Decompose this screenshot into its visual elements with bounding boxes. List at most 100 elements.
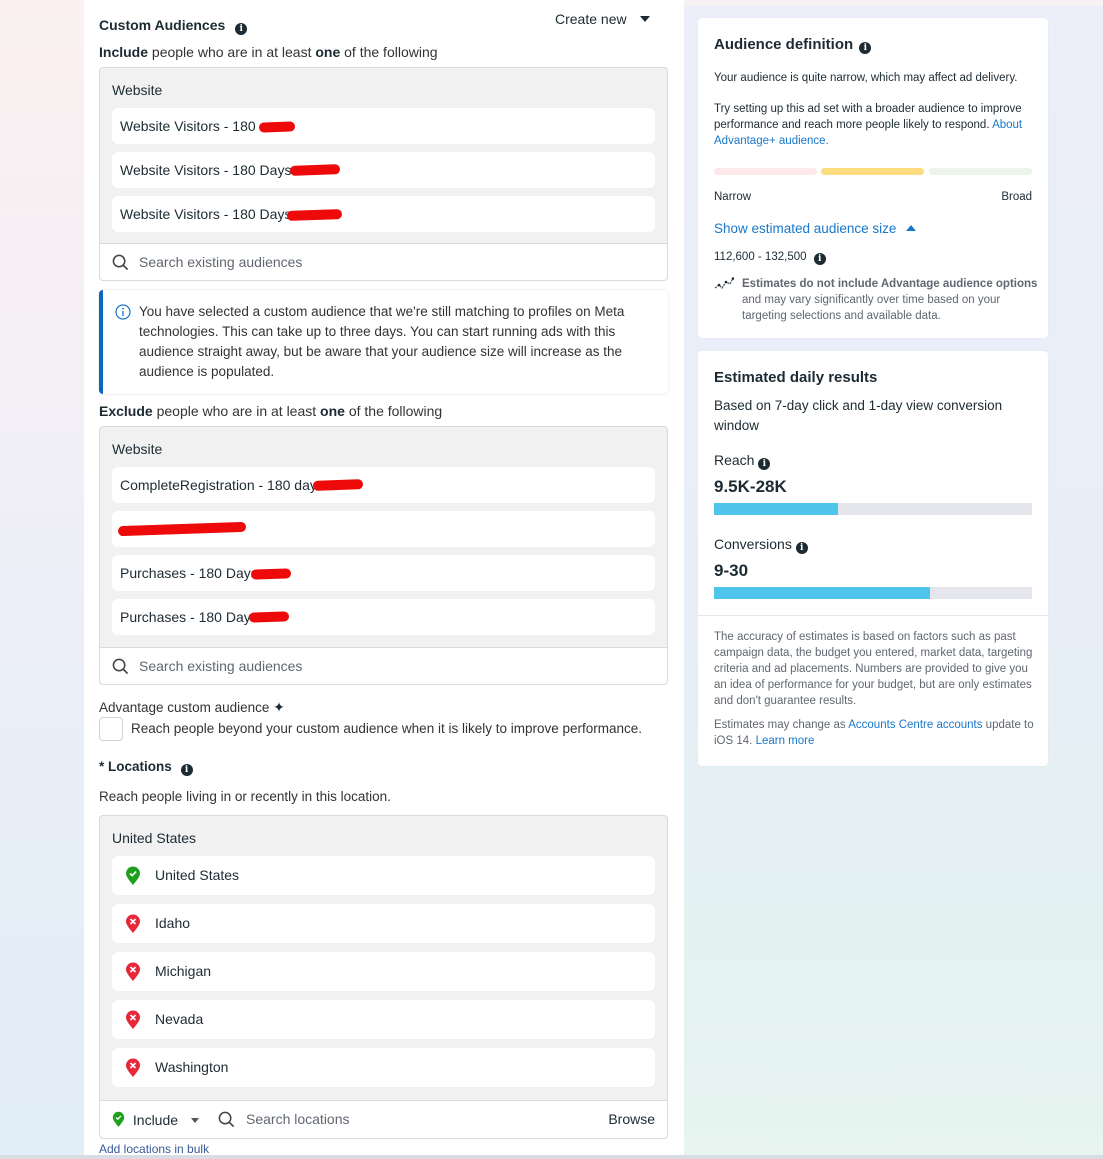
- locations-box: United States United States Idaho Michig…: [99, 815, 668, 1139]
- estimates-disclaimer: Estimates do not include Advantage audie…: [742, 276, 1038, 324]
- custom-audiences-title: Custom Audiences i: [99, 17, 248, 35]
- include-audience-box: Website Website Visitors - 180 Website V…: [99, 67, 668, 281]
- estimates-bold: Estimates do not include Advantage audie…: [742, 278, 1038, 290]
- audience-item-label: Website Visitors - 180 Days: [120, 206, 292, 222]
- meter-segment-middle: [821, 168, 924, 175]
- locations-group-label: United States: [112, 830, 197, 846]
- redaction-mark: [286, 209, 343, 221]
- learn-more-link[interactable]: Learn more: [756, 735, 815, 747]
- include-search-bar[interactable]: Search existing audiences: [100, 243, 667, 280]
- exclude-audience-item[interactable]: CompleteRegistration - 180 days: [112, 467, 655, 503]
- conversions-bar-fill: [714, 587, 931, 599]
- narrow-label: Narrow: [714, 191, 752, 203]
- location-item[interactable]: United States: [112, 856, 655, 895]
- include-pin-icon: [112, 1111, 125, 1127]
- include-category-label: Website: [112, 82, 163, 98]
- custom-audiences-title-text: Custom Audiences: [99, 17, 226, 33]
- caret-down-icon: [640, 16, 651, 22]
- redaction-mark: [258, 121, 296, 133]
- info-icon[interactable]: i: [795, 542, 808, 554]
- show-audience-size-toggle[interactable]: Show estimated audience size: [714, 221, 917, 236]
- location-item[interactable]: Nevada: [112, 1000, 655, 1039]
- locations-title: * Locations i: [99, 759, 193, 776]
- include-one: one: [315, 44, 341, 60]
- location-name: Nevada: [155, 1011, 204, 1027]
- audience-size-row: 112,600 - 132,500 i: [714, 249, 826, 265]
- audience-panel: Custom Audiences i Create new Include pe…: [84, 0, 684, 1156]
- locations-title-text: * Locations: [99, 759, 172, 774]
- create-new-dropdown[interactable]: Create new: [555, 11, 651, 27]
- advantage-custom-audience-label: Advantage custom audience ✦: [99, 699, 285, 716]
- reach-bar: [714, 503, 1032, 515]
- exclude-description: Exclude people who are in at least one o…: [99, 403, 442, 419]
- include-search-input[interactable]: Search existing audiences: [139, 254, 302, 270]
- location-item[interactable]: Michigan: [112, 952, 655, 991]
- location-name: United States: [155, 867, 240, 883]
- info-icon[interactable]: i: [235, 23, 248, 35]
- include-description: Include people who are in at least one o…: [99, 44, 438, 60]
- exclude-search-input[interactable]: Search existing audiences: [139, 658, 302, 674]
- location-search-input[interactable]: Search locations: [246, 1111, 350, 1127]
- exclude-suffix: of the following: [344, 403, 443, 419]
- broad-label: Broad: [1001, 191, 1032, 203]
- audience-item-label: Purchases - 180 Days: [120, 609, 258, 625]
- info-icon[interactable]: i: [813, 253, 826, 265]
- reach-bar-fill: [714, 503, 839, 515]
- sparkle-icon: ✦: [273, 699, 285, 715]
- search-icon: [112, 658, 129, 675]
- notice-text: You have selected a custom audience that…: [139, 304, 625, 379]
- redaction-mark: [312, 479, 364, 491]
- exclude-pin-icon: [126, 1010, 140, 1029]
- include-audience-item[interactable]: Website Visitors - 180 Days: [112, 152, 655, 188]
- accuracy-note: The accuracy of estimates is based on fa…: [714, 631, 1033, 707]
- estimated-results-card: Estimated daily results Based on 7-day c…: [698, 351, 1048, 766]
- estimates-rest: and may vary significantly over time bas…: [742, 294, 1001, 322]
- exclude-pin-icon: [126, 1058, 140, 1077]
- advantage-label-text: Advantage custom audience: [99, 700, 270, 715]
- include-mode-dropdown[interactable]: Include: [112, 1111, 199, 1128]
- reach-value: 9.5K-28K: [714, 477, 787, 496]
- show-size-label: Show estimated audience size: [714, 221, 897, 236]
- info-icon[interactable]: i: [859, 42, 872, 54]
- trend-icon: [714, 277, 734, 290]
- location-item[interactable]: Washington: [112, 1048, 655, 1087]
- caret-up-icon: [906, 225, 917, 231]
- include-audience-item[interactable]: Website Visitors - 180: [112, 108, 655, 144]
- redaction-mark: [250, 568, 292, 580]
- info-icon[interactable]: i: [758, 458, 771, 470]
- advantage-checkbox[interactable]: [99, 717, 123, 741]
- include-audience-item[interactable]: Website Visitors - 180 Days: [112, 196, 655, 232]
- exclude-search-bar[interactable]: Search existing audiences: [100, 647, 667, 684]
- audience-definition-title-text: Audience definition: [714, 36, 854, 53]
- audience-item-label: Website Visitors - 180: [120, 118, 256, 134]
- include-suffix: of the following: [340, 44, 438, 60]
- info-icon[interactable]: i: [180, 764, 193, 776]
- estimated-results-title: Estimated daily results: [714, 369, 878, 386]
- reach-label-text: Reach: [714, 452, 755, 468]
- redaction-mark: [117, 521, 247, 537]
- browse-button[interactable]: Browse: [608, 1111, 655, 1127]
- location-name: Michigan: [155, 963, 212, 979]
- matching-notice: You have selected a custom audience that…: [99, 290, 668, 394]
- include-pin-icon: [126, 866, 140, 885]
- location-name: Washington: [155, 1059, 229, 1075]
- conversions-value: 9-30: [714, 561, 749, 580]
- exclude-audience-item[interactable]: Purchases - 180 Days: [112, 599, 655, 635]
- audience-item-label: CompleteRegistration - 180 days: [120, 477, 324, 493]
- advantage-checkbox-label[interactable]: Reach people beyond your custom audience…: [131, 721, 642, 736]
- location-item[interactable]: Idaho: [112, 904, 655, 943]
- audience-definition-card: Audience definition i Your audience is q…: [698, 18, 1048, 338]
- conversions-bar: [714, 587, 1032, 599]
- exclude-audience-item[interactable]: [112, 511, 655, 547]
- audience-definition-title: Audience definition i: [714, 36, 872, 54]
- include-text: people who are in at least: [148, 44, 316, 60]
- narrow-audience-message: Your audience is quite narrow, which may…: [714, 72, 1018, 84]
- exclude-audience-item[interactable]: Purchases - 180 Days: [112, 555, 655, 591]
- add-locations-bulk-link[interactable]: Add locations in bulk: [99, 1142, 209, 1156]
- page-background-left: [0, 0, 84, 1155]
- meter-segment-narrow: [714, 168, 817, 175]
- ios-update-note: Estimates may change as Accounts Centre …: [714, 717, 1036, 749]
- exclude-pin-icon: [126, 962, 140, 981]
- search-icon: [218, 1111, 235, 1128]
- accounts-centre-link[interactable]: Accounts Centre accounts: [848, 719, 982, 731]
